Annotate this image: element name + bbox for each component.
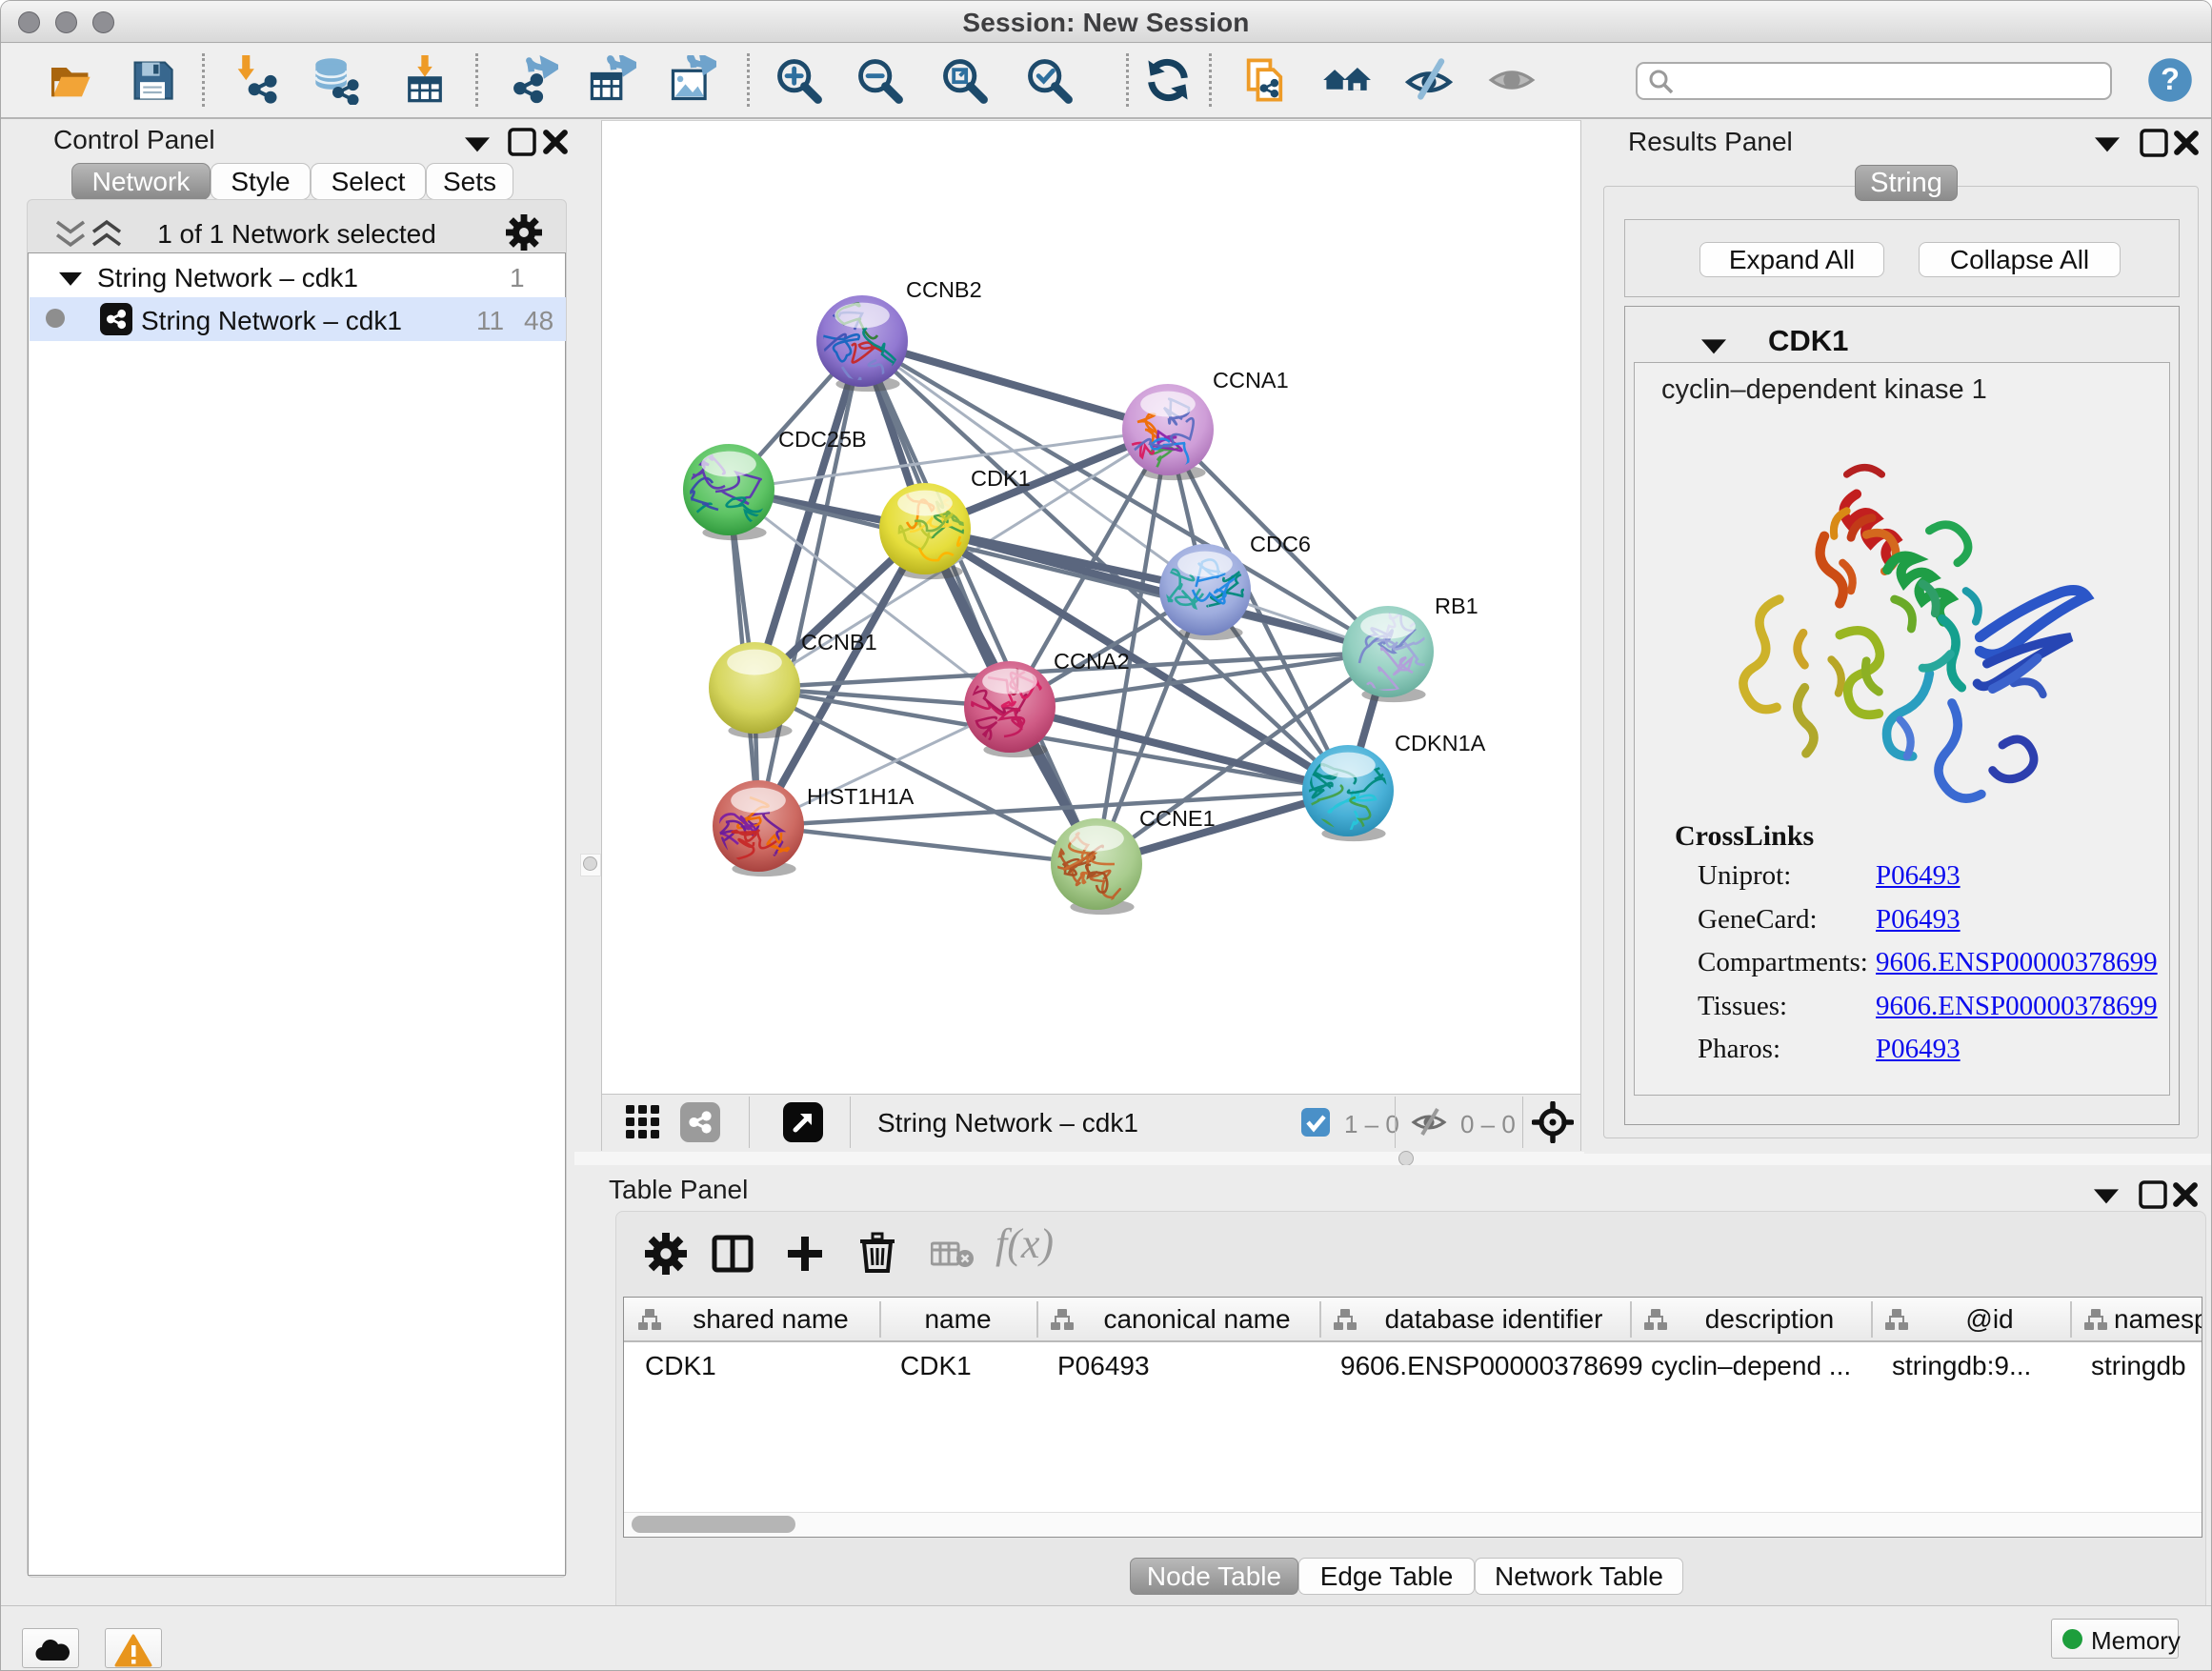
svg-text:CCNE1: CCNE1 <box>1139 806 1216 831</box>
svg-text:CCNB1: CCNB1 <box>801 630 877 654</box>
svg-text:CDKN1A: CDKN1A <box>1395 731 1486 755</box>
svg-text:CDK1: CDK1 <box>971 466 1031 491</box>
svg-text:CCNB2: CCNB2 <box>906 277 982 302</box>
svg-text:CDC25B: CDC25B <box>778 427 867 452</box>
svg-text:CCNA1: CCNA1 <box>1213 368 1289 393</box>
svg-text:HIST1H1A: HIST1H1A <box>807 784 915 809</box>
svg-text:?: ? <box>2161 62 2180 96</box>
svg-text:RB1: RB1 <box>1435 594 1478 618</box>
svg-text:CDC6: CDC6 <box>1250 532 1311 556</box>
svg-text:CCNA2: CCNA2 <box>1054 649 1130 674</box>
